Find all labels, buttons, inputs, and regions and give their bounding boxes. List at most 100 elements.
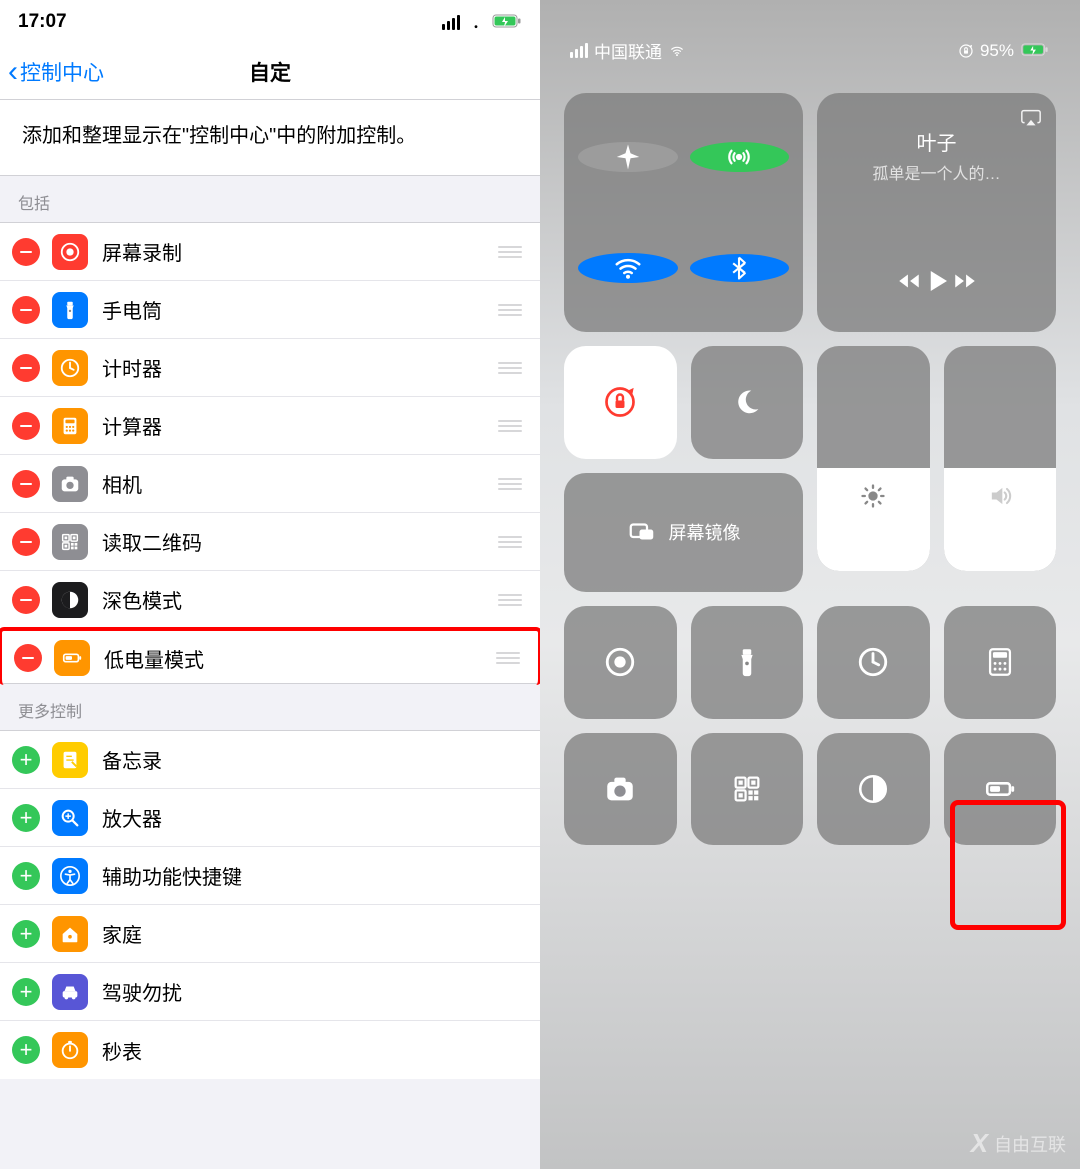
access-icon	[52, 858, 88, 894]
control-row-darkmode[interactable]: 深色模式	[0, 571, 540, 629]
remove-button[interactable]	[12, 470, 40, 498]
control-row-camera[interactable]: 相机	[0, 455, 540, 513]
play-button[interactable]	[922, 266, 952, 296]
prev-track-button[interactable]	[896, 268, 922, 294]
status-time: 17:07	[18, 11, 67, 33]
remove-button[interactable]	[12, 528, 40, 556]
airplay-icon[interactable]	[1020, 107, 1042, 129]
drag-handle-icon[interactable]	[498, 246, 522, 258]
row-label: 相机	[102, 469, 498, 498]
next-track-button[interactable]	[952, 268, 978, 294]
more-list: 备忘录放大器辅助功能快捷键家庭驾驶勿扰秒表	[0, 730, 540, 1079]
highlight-battery-tile	[950, 800, 1066, 930]
do-not-disturb-button[interactable]	[691, 346, 804, 459]
row-label: 备忘录	[102, 745, 522, 774]
cc-calculator-button[interactable]	[944, 606, 1057, 719]
row-label: 放大器	[102, 803, 522, 832]
volume-slider[interactable]	[944, 346, 1057, 571]
status-indicators	[442, 14, 522, 30]
cc-record-button[interactable]	[564, 606, 677, 719]
add-button[interactable]	[12, 862, 40, 890]
cc-timer-button[interactable]	[817, 606, 930, 719]
control-row-magnify[interactable]: 放大器	[0, 789, 540, 847]
darkmode-icon	[52, 582, 88, 618]
add-button[interactable]	[12, 746, 40, 774]
row-label: 计算器	[102, 411, 498, 440]
add-button[interactable]	[12, 978, 40, 1006]
brightness-slider[interactable]	[817, 346, 930, 571]
control-row-record[interactable]: 屏幕录制	[0, 223, 540, 281]
battery-icon	[1020, 43, 1050, 58]
remove-button[interactable]	[12, 586, 40, 614]
control-row-battery[interactable]: 低电量模式	[0, 627, 542, 685]
row-label: 低电量模式	[104, 644, 496, 673]
drag-handle-icon[interactable]	[498, 362, 522, 374]
row-label: 深色模式	[102, 585, 498, 614]
calculator-icon	[52, 408, 88, 444]
airplane-mode-button[interactable]	[578, 142, 678, 172]
row-label: 手电筒	[102, 295, 498, 324]
settings-screen: 17:07 ‹ 控制中心 自定 添加和整理显示在"控制中心"中的附加控制。 包括…	[0, 0, 540, 1169]
media-title: 叶子	[917, 127, 957, 156]
wifi-button[interactable]	[578, 253, 678, 283]
row-label: 屏幕录制	[102, 237, 498, 266]
battery-icon	[54, 640, 90, 676]
control-row-timer[interactable]: 计时器	[0, 339, 540, 397]
add-button[interactable]	[12, 1036, 40, 1064]
wifi-icon	[466, 14, 486, 30]
flashlight-icon	[52, 292, 88, 328]
drag-handle-icon[interactable]	[496, 652, 520, 664]
cc-camera-button[interactable]	[564, 733, 677, 846]
add-button[interactable]	[12, 804, 40, 832]
cellular-button[interactable]	[690, 142, 790, 172]
control-row-car[interactable]: 驾驶勿扰	[0, 963, 540, 1021]
control-row-qr[interactable]: 读取二维码	[0, 513, 540, 571]
control-row-notes[interactable]: 备忘录	[0, 731, 540, 789]
watermark: X 自由互联	[971, 1128, 1066, 1159]
watermark-text: 自由互联	[994, 1131, 1066, 1157]
control-row-home[interactable]: 家庭	[0, 905, 540, 963]
remove-button[interactable]	[12, 296, 40, 324]
home-icon	[52, 916, 88, 952]
camera-icon	[52, 466, 88, 502]
drag-handle-icon[interactable]	[498, 594, 522, 606]
remove-button[interactable]	[12, 238, 40, 266]
control-center-screen: 中国联通 95% 叶子	[540, 0, 1080, 1169]
control-row-stopwatch[interactable]: 秒表	[0, 1021, 540, 1079]
car-icon	[52, 974, 88, 1010]
media-tile[interactable]: 叶子 孤单是一个人的…	[817, 93, 1056, 332]
control-row-calculator[interactable]: 计算器	[0, 397, 540, 455]
drag-handle-icon[interactable]	[498, 536, 522, 548]
mirror-icon	[627, 517, 657, 547]
bluetooth-button[interactable]	[690, 254, 790, 282]
cc-qr-button[interactable]	[691, 733, 804, 846]
notes-icon	[52, 742, 88, 778]
orientation-lock-button[interactable]	[564, 346, 677, 459]
row-label: 家庭	[102, 919, 522, 948]
control-row-flashlight[interactable]: 手电筒	[0, 281, 540, 339]
back-button[interactable]: ‹ 控制中心	[0, 57, 104, 87]
remove-button[interactable]	[12, 412, 40, 440]
status-bar: 17:07	[0, 0, 540, 44]
stopwatch-icon	[52, 1032, 88, 1068]
drag-handle-icon[interactable]	[498, 304, 522, 316]
connectivity-tile[interactable]	[564, 93, 803, 332]
remove-button[interactable]	[12, 354, 40, 382]
drag-handle-icon[interactable]	[498, 420, 522, 432]
cc-flashlight-button[interactable]	[691, 606, 804, 719]
control-row-access[interactable]: 辅助功能快捷键	[0, 847, 540, 905]
media-subtitle: 孤单是一个人的…	[872, 160, 1000, 184]
drag-handle-icon[interactable]	[498, 478, 522, 490]
row-label: 读取二维码	[102, 527, 498, 556]
row-label: 计时器	[102, 353, 498, 382]
screen-mirror-button[interactable]: 屏幕镜像	[564, 473, 803, 593]
remove-button[interactable]	[14, 644, 42, 672]
battery-percent: 95%	[980, 41, 1014, 61]
cc-darkmode-button[interactable]	[817, 733, 930, 846]
included-list: 屏幕录制手电筒计时器计算器相机读取二维码深色模式低电量模式	[0, 222, 540, 684]
mirror-label: 屏幕镜像	[669, 519, 741, 545]
section-included-label: 包括	[0, 176, 540, 222]
nav-header: ‹ 控制中心 自定	[0, 44, 540, 100]
add-button[interactable]	[12, 920, 40, 948]
carrier-label: 中国联通	[594, 38, 662, 63]
